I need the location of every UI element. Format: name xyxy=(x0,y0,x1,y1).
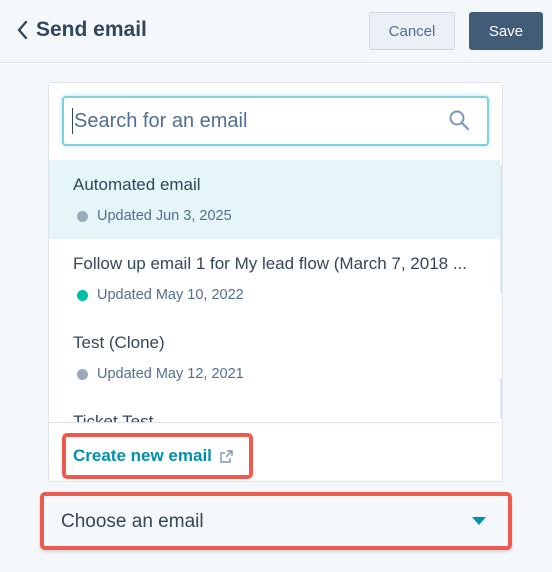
status-dot-icon xyxy=(77,368,88,380)
email-updated: Updated May 10, 2022 xyxy=(77,287,244,303)
select-value: Choose an email xyxy=(61,511,204,532)
create-new-email-link[interactable]: Create new email xyxy=(73,446,212,466)
email-option[interactable]: Follow up email 1 for My lead flow (Marc… xyxy=(49,239,500,318)
email-updated: Updated May 12, 2021 xyxy=(77,366,244,382)
page-title: Send email xyxy=(36,18,147,41)
email-title: Automated email xyxy=(73,175,201,194)
cancel-button[interactable]: Cancel xyxy=(369,12,455,50)
divider xyxy=(49,422,500,423)
chevron-left-icon[interactable] xyxy=(16,18,30,42)
choose-email-select[interactable]: Choose an email xyxy=(40,492,512,550)
create-new-email-highlight: Create new email xyxy=(62,433,253,479)
email-title: Ticket Test xyxy=(73,412,154,422)
search-field[interactable] xyxy=(62,96,489,146)
save-button[interactable]: Save xyxy=(469,12,543,50)
updated-text: Updated Jun 3, 2025 xyxy=(97,208,232,224)
search-input[interactable] xyxy=(74,98,434,144)
external-link-icon xyxy=(220,449,233,463)
header-bar: Send email Cancel Save xyxy=(0,0,552,63)
scrollbar-track[interactable] xyxy=(500,165,503,293)
email-option[interactable]: Ticket Test xyxy=(49,397,500,422)
email-updated: Updated Jun 3, 2025 xyxy=(77,208,232,224)
email-option[interactable]: Automated email Updated Jun 3, 2025 xyxy=(49,160,500,239)
email-list: Automated email Updated Jun 3, 2025 Foll… xyxy=(49,160,500,422)
search-icon[interactable] xyxy=(447,108,471,132)
status-dot-icon xyxy=(77,210,88,222)
caret-down-icon xyxy=(472,517,486,525)
status-dot-icon xyxy=(77,289,88,301)
text-cursor xyxy=(72,108,73,134)
email-title: Follow up email 1 for My lead flow (Marc… xyxy=(73,254,467,273)
updated-text: Updated May 10, 2022 xyxy=(97,287,244,303)
email-option[interactable]: Test (Clone) Updated May 12, 2021 xyxy=(49,318,500,397)
email-title: Test (Clone) xyxy=(73,333,165,352)
scrollbar-track-lower[interactable] xyxy=(500,378,503,418)
updated-text: Updated May 12, 2021 xyxy=(97,366,244,382)
